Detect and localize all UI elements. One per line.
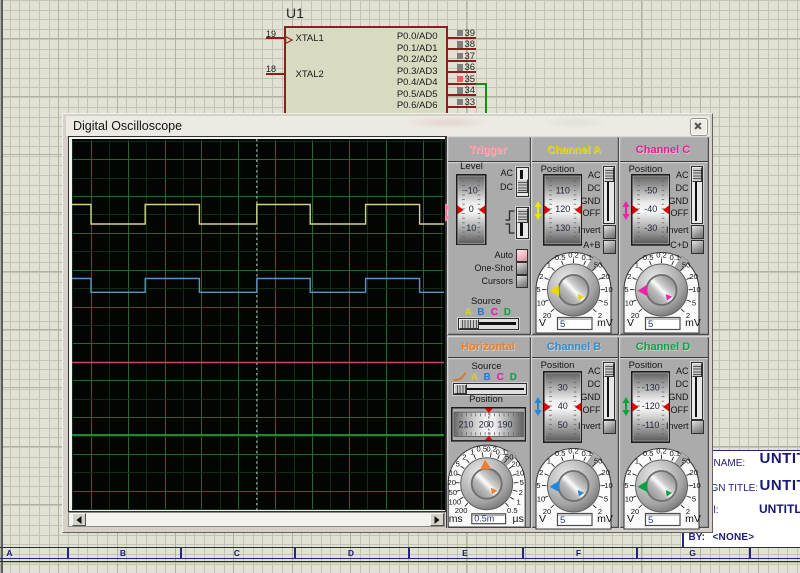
svg-text:0.5: 0.5	[555, 449, 566, 458]
svg-text:0.2: 0.2	[656, 447, 667, 456]
svg-text:1: 1	[547, 457, 551, 466]
svg-text:0.2: 0.2	[568, 447, 579, 456]
svg-text:50: 50	[682, 261, 690, 270]
svg-text:5: 5	[536, 285, 540, 294]
svg-text:50: 50	[594, 261, 602, 270]
svg-text:5: 5	[520, 478, 524, 487]
svg-text:50: 50	[682, 457, 690, 466]
svg-text:10: 10	[625, 299, 633, 308]
svg-text:mV: mV	[597, 513, 613, 525]
svg-text:10: 10	[449, 469, 457, 478]
svg-text:0.5m: 0.5m	[474, 513, 494, 523]
svg-text:50: 50	[448, 488, 456, 497]
svg-text:0.2: 0.2	[656, 251, 667, 260]
svg-text:0.5: 0.5	[643, 449, 654, 458]
svg-text:5: 5	[648, 515, 653, 526]
svg-text:100: 100	[448, 498, 461, 507]
svg-text:0.1: 0.1	[582, 449, 593, 458]
svg-text:20: 20	[601, 272, 609, 281]
svg-text:mV: mV	[685, 317, 701, 329]
svg-text:V: V	[627, 513, 634, 525]
svg-text:5: 5	[604, 299, 608, 308]
svg-text:mV: mV	[685, 513, 701, 525]
svg-text:0.5: 0.5	[643, 253, 654, 262]
svg-text:10: 10	[537, 495, 545, 504]
svg-text:0.1: 0.1	[670, 253, 681, 262]
svg-text:10: 10	[604, 285, 612, 294]
svg-text:1: 1	[470, 447, 474, 456]
svg-text:1: 1	[635, 457, 639, 466]
svg-text:20: 20	[601, 468, 609, 477]
svg-text:2: 2	[627, 272, 631, 281]
svg-text:0.1: 0.1	[670, 449, 681, 458]
svg-text:2: 2	[519, 488, 523, 497]
svg-text:5: 5	[456, 460, 460, 469]
svg-text:V: V	[539, 513, 546, 525]
svg-text:5: 5	[692, 299, 696, 308]
svg-text:mV: mV	[597, 317, 613, 329]
svg-text:10: 10	[692, 481, 700, 490]
svg-text:5: 5	[624, 285, 628, 294]
svg-text:10: 10	[466, 223, 476, 233]
svg-text:20: 20	[689, 468, 697, 477]
svg-text:20: 20	[689, 272, 697, 281]
svg-text:5: 5	[648, 319, 653, 330]
svg-text:50: 50	[594, 457, 602, 466]
svg-text:ms: ms	[449, 513, 463, 525]
svg-text:5: 5	[560, 515, 565, 526]
svg-text:20: 20	[447, 478, 455, 487]
svg-text:2: 2	[539, 468, 543, 477]
svg-text:5: 5	[604, 495, 608, 504]
svg-text:5: 5	[560, 319, 565, 330]
svg-text:0.5: 0.5	[555, 253, 566, 262]
svg-text:µs: µs	[513, 513, 524, 525]
svg-text:2: 2	[627, 468, 631, 477]
svg-text:2: 2	[539, 272, 543, 281]
svg-text:10: 10	[516, 469, 524, 478]
svg-text:210: 210	[458, 420, 473, 430]
svg-text:5: 5	[624, 481, 628, 490]
svg-text:10: 10	[604, 481, 612, 490]
svg-text:5: 5	[536, 481, 540, 490]
svg-text:V: V	[627, 317, 634, 329]
svg-text:20: 20	[511, 460, 519, 469]
svg-text:0.1: 0.1	[582, 253, 593, 262]
svg-text:5: 5	[692, 495, 696, 504]
svg-text:10: 10	[625, 495, 633, 504]
svg-text:0: 0	[469, 204, 474, 214]
svg-text:10: 10	[692, 285, 700, 294]
svg-text:2: 2	[462, 453, 466, 462]
svg-text:1: 1	[547, 261, 551, 270]
svg-text:0.2: 0.2	[568, 251, 579, 260]
svg-text:V: V	[539, 317, 546, 329]
svg-text:10: 10	[537, 299, 545, 308]
svg-text:1: 1	[635, 261, 639, 270]
